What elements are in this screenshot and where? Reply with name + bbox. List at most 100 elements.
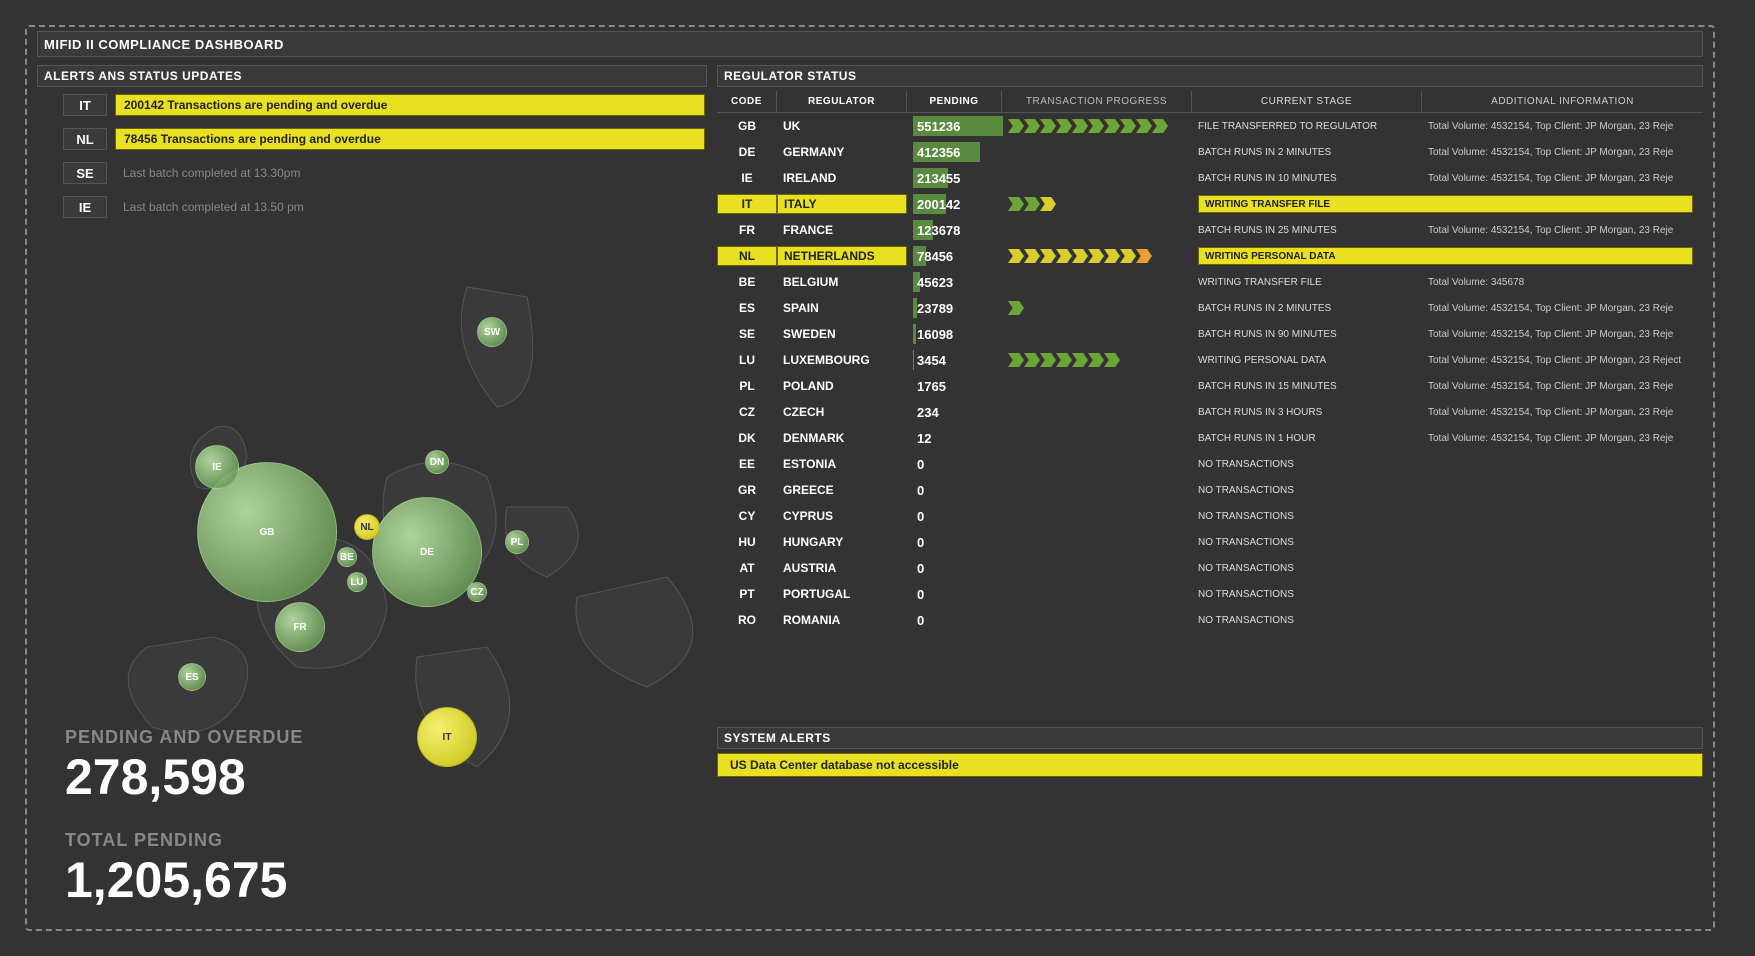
col-regulator[interactable]: REGULATOR: [777, 91, 907, 112]
info-cell: Total Volume: 4532154, Top Client: JP Mo…: [1422, 113, 1703, 139]
map-bubble-label: SW: [484, 327, 500, 338]
regulator-row[interactable]: ATAUSTRIA0NO TRANSACTIONS: [717, 555, 1703, 581]
map-bubble-label: DE: [420, 547, 434, 558]
col-code[interactable]: CODE: [717, 91, 777, 112]
name-cell: SWEDEN: [777, 321, 907, 347]
map-bubble-pl[interactable]: PL: [505, 530, 529, 554]
map-bubble-dn[interactable]: DN: [425, 450, 449, 474]
map-bubble-de[interactable]: DE: [372, 497, 482, 607]
stage-cell: NO TRANSACTIONS: [1192, 607, 1422, 633]
code-cell: AT: [717, 555, 777, 581]
progress-chevron-icon: [1152, 119, 1168, 133]
pending-cell: 12: [907, 425, 1002, 451]
map-bubble-es[interactable]: ES: [178, 663, 206, 691]
regulator-row[interactable]: BEBELGIUM45623WRITING TRANSFER FILETotal…: [717, 269, 1703, 295]
stage-cell: WRITING PERSONAL DATA: [1192, 347, 1422, 373]
progress-cell: [1002, 607, 1192, 633]
name-cell: CYPRUS: [777, 503, 907, 529]
system-alert-message[interactable]: US Data Center database not accessible: [717, 753, 1703, 777]
regulator-row[interactable]: LULUXEMBOURG3454WRITING PERSONAL DATATot…: [717, 347, 1703, 373]
alert-message: Last batch completed at 13.50 pm: [115, 196, 705, 218]
alert-row[interactable]: IT200142 Transactions are pending and ov…: [27, 93, 715, 117]
pending-cell: 0: [907, 607, 1002, 633]
col-pending[interactable]: PENDING: [907, 91, 1002, 112]
progress-chevron-icon: [1040, 197, 1056, 211]
progress-chevron-icon: [1136, 249, 1152, 263]
pending-cell: 78456: [907, 243, 1002, 269]
regulator-row[interactable]: CZCZECH234BATCH RUNS IN 3 HOURSTotal Vol…: [717, 399, 1703, 425]
progress-chevron-icon: [1088, 353, 1104, 367]
progress-cell: [1002, 139, 1192, 165]
code-cell: CY: [717, 503, 777, 529]
progress-chevron-icon: [1120, 249, 1136, 263]
progress-cell: [1002, 191, 1192, 217]
progress-cell: [1002, 477, 1192, 503]
map-bubble-lu[interactable]: LU: [347, 572, 367, 592]
alert-row[interactable]: NL78456 Transactions are pending and ove…: [27, 127, 715, 151]
europe-map: GB DE IE IT FR NL BE ES SW LU PL CZ DN: [37, 227, 797, 787]
alerts-list: IT200142 Transactions are pending and ov…: [27, 93, 715, 229]
stage-cell: WRITING PERSONAL DATA: [1192, 243, 1703, 269]
map-bubble-ie[interactable]: IE: [195, 445, 239, 489]
map-bubble-it[interactable]: IT: [417, 707, 477, 767]
pending-cell: 234: [907, 399, 1002, 425]
alert-code: NL: [63, 128, 107, 150]
pending-cell: 23789: [907, 295, 1002, 321]
map-bubble-gb[interactable]: GB: [197, 462, 337, 602]
pending-cell: 3454: [907, 347, 1002, 373]
name-cell: SPAIN: [777, 295, 907, 321]
progress-chevron-icon: [1040, 353, 1056, 367]
info-cell: Total Volume: 4532154, Top Client: JP Mo…: [1422, 139, 1703, 165]
code-cell: DE: [717, 139, 777, 165]
regulator-row[interactable]: EEESTONIA0NO TRANSACTIONS: [717, 451, 1703, 477]
progress-chevron-icon: [1104, 353, 1120, 367]
progress-chevron-icon: [1072, 119, 1088, 133]
pending-cell: 213455: [907, 165, 1002, 191]
name-cell: POLAND: [777, 373, 907, 399]
progress-cell: [1002, 451, 1192, 477]
regulator-row[interactable]: GRGREECE0NO TRANSACTIONS: [717, 477, 1703, 503]
stage-cell: BATCH RUNS IN 25 MINUTES: [1192, 217, 1422, 243]
name-cell: HUNGARY: [777, 529, 907, 555]
regulator-row[interactable]: ESSPAIN23789BATCH RUNS IN 2 MINUTESTotal…: [717, 295, 1703, 321]
map-bubble-label: NL: [360, 522, 373, 533]
code-cell: HU: [717, 529, 777, 555]
regulator-row[interactable]: GBUK551236FILE TRANSFERRED TO REGULATORT…: [717, 113, 1703, 139]
col-stage[interactable]: CURRENT STAGE: [1192, 91, 1422, 112]
regulator-row[interactable]: CYCYPRUS0NO TRANSACTIONS: [717, 503, 1703, 529]
name-cell: FRANCE: [777, 217, 907, 243]
regulator-row[interactable]: NLNETHERLANDS78456WRITING PERSONAL DATA: [717, 243, 1703, 269]
stage-cell: NO TRANSACTIONS: [1192, 529, 1422, 555]
regulator-row[interactable]: PLPOLAND1765BATCH RUNS IN 15 MINUTESTota…: [717, 373, 1703, 399]
map-bubble-cz[interactable]: CZ: [467, 582, 487, 602]
map-bubble-sw[interactable]: SW: [477, 317, 507, 347]
regulator-row[interactable]: SESWEDEN16098BATCH RUNS IN 90 MINUTESTot…: [717, 321, 1703, 347]
progress-chevron-icon: [1088, 119, 1104, 133]
map-bubble-nl[interactable]: NL: [354, 514, 380, 540]
info-cell: Total Volume: 345678: [1422, 269, 1703, 295]
pending-cell: 0: [907, 581, 1002, 607]
regulator-row[interactable]: HUHUNGARY0NO TRANSACTIONS: [717, 529, 1703, 555]
regulator-row[interactable]: FRFRANCE123678BATCH RUNS IN 25 MINUTESTo…: [717, 217, 1703, 243]
alert-message: Last batch completed at 13.30pm: [115, 162, 705, 184]
map-bubble-label: IE: [212, 462, 221, 473]
regulator-row[interactable]: PTPORTUGAL0NO TRANSACTIONS: [717, 581, 1703, 607]
regulator-row[interactable]: ROROMANIA0NO TRANSACTIONS: [717, 607, 1703, 633]
col-info[interactable]: ADDITIONAL INFORMATION: [1422, 91, 1703, 112]
map-bubble-fr[interactable]: FR: [275, 602, 325, 652]
alert-row[interactable]: IELast batch completed at 13.50 pm: [27, 195, 715, 219]
alert-row[interactable]: SELast batch completed at 13.30pm: [27, 161, 715, 185]
system-alerts-title: SYSTEM ALERTS: [717, 727, 1703, 749]
map-bubble-label: DN: [430, 457, 444, 468]
regulator-row[interactable]: IEIRELAND213455BATCH RUNS IN 10 MINUTEST…: [717, 165, 1703, 191]
regulator-row[interactable]: DKDENMARK12BATCH RUNS IN 1 HOURTotal Vol…: [717, 425, 1703, 451]
regulator-row[interactable]: ITITALY200142WRITING TRANSFER FILE: [717, 191, 1703, 217]
col-progress[interactable]: TRANSACTION PROGRESS: [1002, 91, 1192, 112]
map-bubble-be[interactable]: BE: [337, 547, 357, 567]
stage-cell: BATCH RUNS IN 10 MINUTES: [1192, 165, 1422, 191]
info-cell: [1422, 607, 1703, 633]
regulator-table-header: CODE REGULATOR PENDING TRANSACTION PROGR…: [717, 91, 1703, 113]
regulator-row[interactable]: DEGERMANY412356BATCH RUNS IN 2 MINUTESTo…: [717, 139, 1703, 165]
progress-cell: [1002, 295, 1192, 321]
progress-chevron-icon: [1120, 119, 1136, 133]
